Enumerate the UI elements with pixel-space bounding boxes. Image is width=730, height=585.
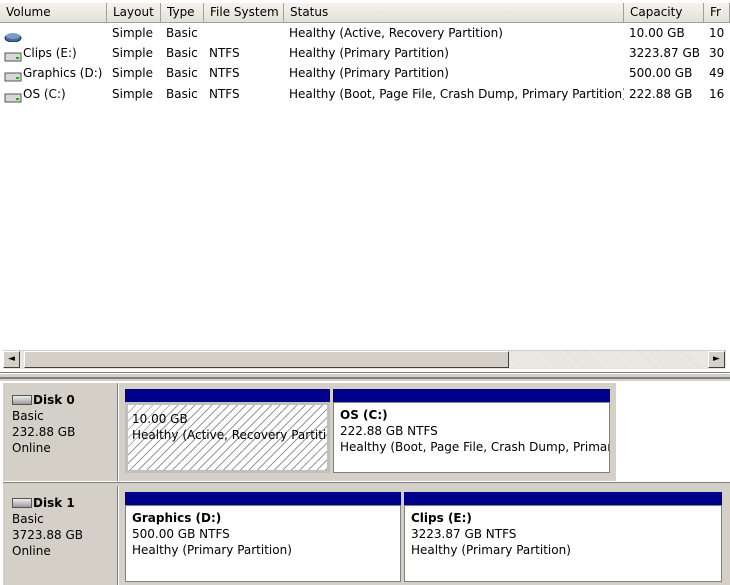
disk-status: Online xyxy=(12,544,51,558)
partition-status: Healthy (Active, Recovery Partition) xyxy=(132,428,330,442)
fs-cell xyxy=(204,23,284,43)
free-cell: 49 xyxy=(709,66,725,80)
scrollbar-track[interactable] xyxy=(509,351,708,368)
partition-size: 3223.87 GB NTFS xyxy=(411,527,517,541)
drive-icon xyxy=(4,68,22,81)
partition-graphics-d[interactable]: Graphics (D:) 500.00 GB NTFS Healthy (Pr… xyxy=(125,492,401,582)
disk-name: Disk 1 xyxy=(33,496,75,510)
disk-icon xyxy=(12,497,32,508)
free-cell: 30 xyxy=(709,46,725,60)
pane-splitter[interactable] xyxy=(0,373,730,379)
partition-bar xyxy=(333,389,610,402)
col-status[interactable]: Status xyxy=(284,3,624,22)
status-cell: Healthy (Primary Partition) xyxy=(289,66,449,80)
layout-cell: Simple xyxy=(112,87,153,101)
type-cell: Basic xyxy=(166,46,198,60)
disk-type: Basic xyxy=(12,409,44,423)
scrollbar-thumb[interactable] xyxy=(24,351,509,368)
status-cell: Healthy (Active, Recovery Partition) xyxy=(289,26,503,40)
col-free[interactable]: Fr xyxy=(704,3,730,22)
volume-list[interactable]: Volume Layout Type File System Status Ca… xyxy=(0,0,730,373)
disk-row-0: Disk 0 Basic 232.88 GB Online 10.00 GB H… xyxy=(3,383,730,481)
partition-bar xyxy=(404,492,722,505)
partition-size: 500.00 GB NTFS xyxy=(132,527,230,541)
partition-recovery[interactable]: 10.00 GB Healthy (Active, Recovery Parti… xyxy=(125,389,330,473)
partition-size: 10.00 GB xyxy=(132,412,188,426)
drive-icon xyxy=(4,48,22,61)
type-cell: Basic xyxy=(166,26,198,40)
fs-cell: NTFS xyxy=(209,46,240,60)
partition-status: Healthy (Primary Partition) xyxy=(132,543,292,557)
type-cell: Basic xyxy=(166,87,198,101)
col-type[interactable]: Type xyxy=(161,3,204,22)
volume-name: Clips (E:) xyxy=(23,46,77,60)
partition-title: Clips (E:) xyxy=(411,511,472,525)
column-header: Volume Layout Type File System Status Ca… xyxy=(0,3,730,23)
free-cell: 10 xyxy=(709,26,725,40)
partition-title: OS (C:) xyxy=(340,408,388,422)
scroll-left-button[interactable]: ◄ xyxy=(3,351,20,368)
col-volume[interactable]: Volume xyxy=(0,3,107,22)
partition-title: Graphics (D:) xyxy=(132,511,222,525)
partition-os-c[interactable]: OS (C:) 222.88 GB NTFS Healthy (Boot, Pa… xyxy=(333,389,610,473)
table-row[interactable]: Simple Basic Healthy (Active, Recovery P… xyxy=(0,23,730,43)
disk-size: 3723.88 GB xyxy=(12,528,83,542)
fs-cell: NTFS xyxy=(209,87,240,101)
capacity-cell: 222.88 GB xyxy=(629,87,693,101)
table-row[interactable]: Clips (E:) Simple Basic NTFS Healthy (Pr… xyxy=(0,43,730,63)
table-row[interactable]: Graphics (D:) Simple Basic NTFS Healthy … xyxy=(0,63,730,83)
disk-map-pane: Disk 0 Basic 232.88 GB Online 10.00 GB H… xyxy=(0,381,730,585)
capacity-cell: 3223.87 GB xyxy=(629,46,700,60)
disk-1-label[interactable]: Disk 1 Basic 3723.88 GB Online xyxy=(3,486,118,585)
capacity-cell: 10.00 GB xyxy=(629,26,685,40)
col-capacity[interactable]: Capacity xyxy=(624,3,704,22)
status-cell: Healthy (Boot, Page File, Crash Dump, Pr… xyxy=(289,87,624,101)
partition-bar xyxy=(125,389,330,402)
disk-0-label[interactable]: Disk 0 Basic 232.88 GB Online xyxy=(3,383,118,481)
disk-status: Online xyxy=(12,441,51,455)
scroll-right-button[interactable]: ► xyxy=(708,351,725,368)
partition-status: Healthy (Primary Partition) xyxy=(411,543,571,557)
volume-name: OS (C:) xyxy=(23,87,66,101)
disk-name: Disk 0 xyxy=(33,393,75,407)
partition-bar xyxy=(125,492,401,505)
partition-clips-e[interactable]: Clips (E:) 3223.87 GB NTFS Healthy (Prim… xyxy=(404,492,722,582)
table-row[interactable]: OS (C:) Simple Basic NTFS Healthy (Boot,… xyxy=(0,84,730,104)
disk-icon xyxy=(12,394,32,405)
disk-1-partitions: Graphics (D:) 500.00 GB NTFS Healthy (Pr… xyxy=(119,486,730,585)
col-layout[interactable]: Layout xyxy=(107,3,161,22)
capacity-cell: 500.00 GB xyxy=(629,66,693,80)
disk-size: 232.88 GB xyxy=(12,425,76,439)
status-cell: Healthy (Primary Partition) xyxy=(289,46,449,60)
partition-status: Healthy (Boot, Page File, Crash Dump, Pr… xyxy=(340,440,609,454)
layout-cell: Simple xyxy=(112,46,153,60)
free-cell: 16 xyxy=(709,87,725,101)
layout-cell: Simple xyxy=(112,66,153,80)
blue-volume-icon xyxy=(4,28,22,42)
fs-cell: NTFS xyxy=(209,66,240,80)
volume-name: Graphics (D:) xyxy=(23,66,103,80)
partition-size: 222.88 GB NTFS xyxy=(340,424,438,438)
disk-type: Basic xyxy=(12,512,44,526)
disk-row-1: Disk 1 Basic 3723.88 GB Online Graphics … xyxy=(3,486,730,585)
drive-icon xyxy=(4,89,22,102)
horizontal-scrollbar[interactable]: ◄ ► xyxy=(3,350,726,369)
layout-cell: Simple xyxy=(112,26,153,40)
disk-0-partitions: 10.00 GB Healthy (Active, Recovery Parti… xyxy=(119,383,616,481)
type-cell: Basic xyxy=(166,66,198,80)
col-file-system[interactable]: File System xyxy=(204,3,284,22)
